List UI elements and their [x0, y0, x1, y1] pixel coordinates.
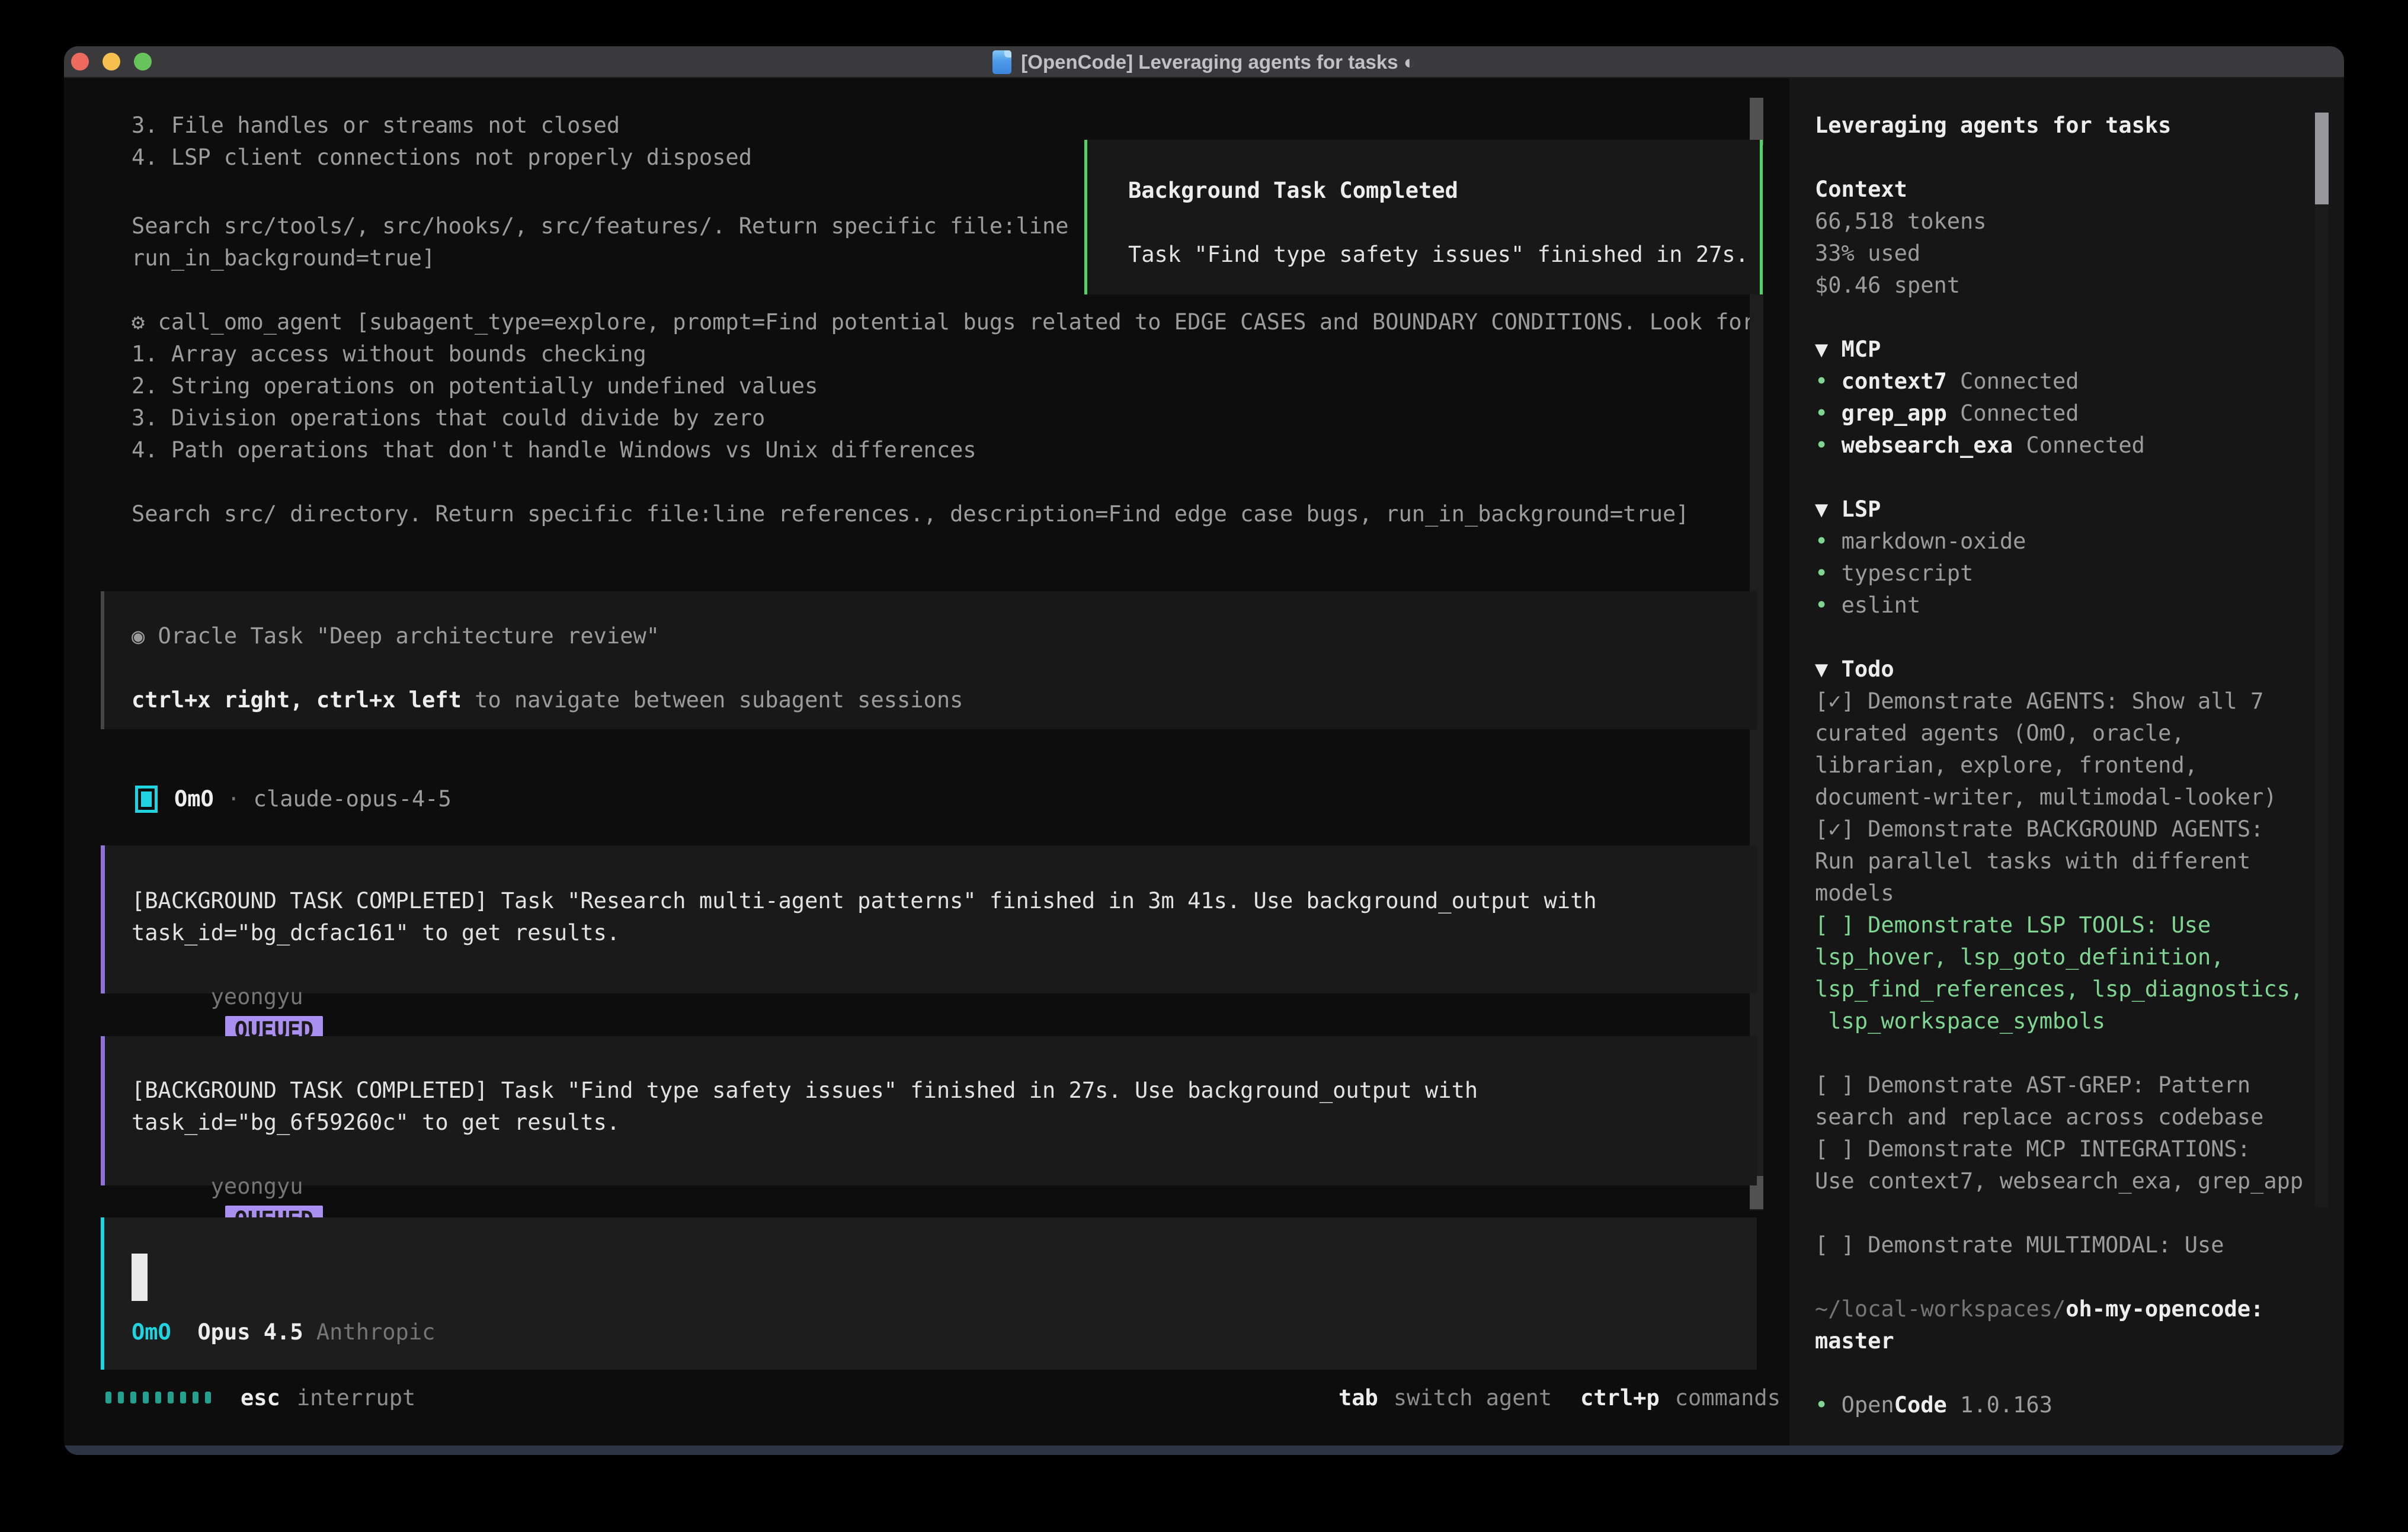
spinner-dots-icon: [105, 1392, 211, 1403]
ctrlp-key-label: commands: [1675, 1385, 1781, 1411]
task-message-meta: yeongyu QUEUED: [132, 949, 1757, 981]
tab-key-hint: tab: [1339, 1385, 1378, 1411]
background-task-message: [BACKGROUND TASK COMPLETED] Task "Find t…: [101, 1036, 1757, 1185]
status-left: esc interrupt: [105, 1382, 415, 1414]
username: yeongyu: [211, 984, 303, 1009]
sidebar-scrollbar-track[interactable]: [2315, 113, 2329, 1207]
task-message-text: [BACKGROUND TASK COMPLETED] Task "Resear…: [132, 885, 1757, 949]
window-title-group: [OpenCode] Leveraging agents for tasks ◐: [64, 46, 2344, 78]
task-message-meta: yeongyu QUEUED: [132, 1139, 1757, 1171]
terminal-text-block-b: Search src/tools/, src/hooks/, src/featu…: [132, 210, 1069, 274]
agent-icon: [135, 786, 158, 813]
window-title: [OpenCode] Leveraging agents for tasks ◐: [1021, 51, 1415, 73]
oracle-task-box: ◉ Oracle Task "Deep architecture review"…: [101, 591, 1757, 729]
tab-key-label: switch agent: [1394, 1385, 1552, 1411]
input-model-info: OmO Opus 4.5 Anthropic: [132, 1316, 435, 1348]
username: yeongyu: [211, 1174, 303, 1199]
ctrlp-key-hint: ctrl+p: [1580, 1385, 1660, 1411]
background-task-notification: Background Task CompletedTask "Find type…: [1084, 140, 1763, 294]
status-right: tab switch agent ctrl+p commands: [1339, 1382, 1781, 1414]
task-message-text: [BACKGROUND TASK COMPLETED] Task "Find t…: [132, 1075, 1757, 1139]
main-scrollbar-thumb-top[interactable]: [1750, 98, 1763, 145]
agent-row-text: OmO · claude-opus-4-5: [174, 783, 451, 815]
agent-row: OmO · claude-opus-4-5: [132, 783, 451, 815]
terminal-text-block-c: ⚙ call_omo_agent [subagent_type=explore,…: [132, 306, 1755, 530]
text-cursor: [132, 1254, 148, 1301]
app-window: [OpenCode] Leveraging agents for tasks ◐…: [64, 46, 2344, 1455]
window-bottom-edge: [64, 1446, 2344, 1455]
sidebar-scrollbar-thumb[interactable]: [2315, 113, 2329, 204]
document-icon: [992, 50, 1011, 74]
background-task-message: [BACKGROUND TASK COMPLETED] Task "Resear…: [101, 845, 1757, 993]
prompt-input[interactable]: OmO Opus 4.5 Anthropic: [101, 1217, 1757, 1370]
esc-key-hint: esc: [241, 1385, 280, 1411]
terminal-text-block-a: 3. File handles or streams not closed4. …: [132, 110, 752, 174]
esc-key-label: interrupt: [297, 1385, 415, 1411]
title-bar: [OpenCode] Leveraging agents for tasks ◐: [64, 46, 2344, 78]
sidebar-content: Leveraging agents for tasksContext66,518…: [1815, 110, 2330, 1421]
